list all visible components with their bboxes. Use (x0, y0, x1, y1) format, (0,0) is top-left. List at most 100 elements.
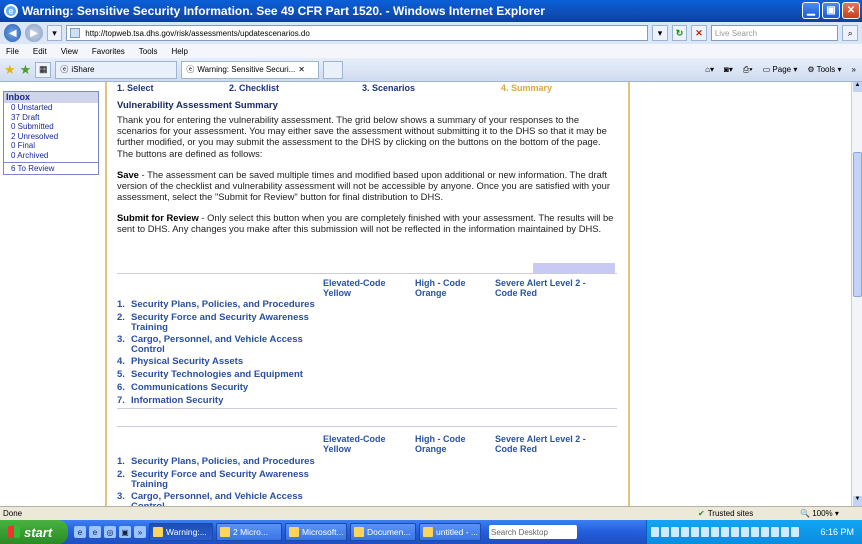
inbox-to-review[interactable]: 6 To Review (4, 162, 98, 173)
category-number: 2. (117, 312, 125, 323)
step-select[interactable]: 1. Select (117, 83, 154, 93)
close-tab-icon[interactable]: ✕ (298, 65, 305, 74)
page-menu[interactable]: ▭ Page ▾ (763, 65, 798, 74)
menu-help[interactable]: Help (171, 47, 187, 56)
favorites-star-icon[interactable]: ★ (4, 62, 16, 78)
quicklaunch-icon[interactable]: ◎ (104, 526, 116, 538)
security-zone[interactable]: ✔ Trusted sites (698, 509, 753, 518)
maximize-button[interactable]: ▣ (822, 2, 840, 19)
menu-file[interactable]: File (6, 47, 19, 56)
tab-ishare[interactable]: ⓔ iShare (55, 60, 178, 79)
feeds-icon[interactable]: ◙▾ (724, 65, 733, 74)
search-input[interactable]: Live Search (710, 25, 839, 41)
quick-tabs-icon[interactable]: ▦ (35, 61, 52, 78)
taskbar-button-excel[interactable]: Microsoft... (285, 523, 347, 541)
tray-icon[interactable] (781, 527, 789, 537)
category-row[interactable]: 6. Communications Security (117, 383, 316, 393)
inbox-submitted[interactable]: 0 Submitted (4, 122, 98, 132)
tray-icon[interactable] (691, 527, 699, 537)
tray-icon[interactable] (671, 527, 679, 537)
quicklaunch-icon[interactable]: e (74, 526, 86, 538)
taskbar-button-paint[interactable]: untitled - ... (419, 523, 481, 541)
tray-icon[interactable] (761, 527, 769, 537)
home-icon[interactable]: ⌂▾ (705, 65, 714, 74)
zoom-level[interactable]: 🔍 100% ▾ (800, 509, 839, 518)
save-text: - The assessment can be saved multiple t… (117, 169, 610, 203)
page-icon: ⓔ (186, 65, 195, 74)
history-dropdown-icon[interactable]: ▾ (46, 25, 63, 41)
inbox-draft[interactable]: 37 Draft (4, 113, 98, 123)
category-row[interactable]: 2. Security Force and Security Awareness … (117, 313, 316, 332)
inbox-title: Inbox (4, 92, 98, 103)
menu-favorites[interactable]: Favorites (92, 47, 125, 56)
url-dropdown-icon[interactable]: ▾ (652, 25, 668, 41)
taskbar-button-ie[interactable]: Warning:... (149, 523, 213, 541)
url-field[interactable]: http://topweb.tsa.dhs.gov/risk/assessmen… (66, 25, 649, 41)
step-nav: 1. Select 2. Checklist 3. Scenarios 4. S… (117, 83, 617, 93)
tray-icon[interactable] (651, 527, 659, 537)
scroll-up-icon[interactable]: ▲ (853, 82, 862, 92)
new-tab-button[interactable] (323, 60, 344, 79)
inbox-unresolved[interactable]: 2 Unresolved (4, 132, 98, 142)
inbox-final[interactable]: 0 Final (4, 141, 98, 151)
tray-icon[interactable] (711, 527, 719, 537)
stop-icon[interactable]: ✕ (691, 25, 707, 41)
tray-icon[interactable] (701, 527, 709, 537)
scroll-down-icon[interactable]: ▼ (853, 496, 862, 506)
tab-warning[interactable]: ⓔ Warning: Sensitive Securi... ✕ (181, 60, 320, 79)
forward-button[interactable]: ▶ (25, 24, 43, 42)
category-label: Cargo, Personnel, and Vehicle Access Con… (131, 334, 303, 355)
refresh-icon[interactable]: ↻ (671, 25, 688, 41)
tray-icon[interactable] (751, 527, 759, 537)
back-button[interactable]: ◀ (4, 24, 22, 42)
step-scenarios[interactable]: 3. Scenarios (362, 83, 415, 93)
category-row[interactable]: 1. Security Plans, Policies, and Procedur… (117, 457, 316, 467)
step-checklist[interactable]: 2. Checklist (229, 83, 279, 93)
start-button[interactable]: start (0, 520, 68, 544)
desktop-search-placeholder: Search Desktop (491, 527, 548, 537)
category-number: 1. (117, 299, 125, 310)
category-row[interactable]: 3. Cargo, Personnel, and Vehicle Access C… (117, 335, 316, 354)
menu-view[interactable]: View (61, 47, 78, 56)
taskbar-button-document[interactable]: Documen... (350, 523, 416, 541)
tools-menu[interactable]: ⚙ Tools ▾ (807, 65, 841, 74)
category-row[interactable]: 1. Security Plans, Policies, and Procedur… (117, 300, 316, 310)
tray-icon[interactable] (721, 527, 729, 537)
vertical-scrollbar[interactable]: ▲ ▼ (851, 82, 862, 506)
category-row[interactable]: 5. Security Technologies and Equipment (117, 370, 316, 380)
category-label: Communications Security (131, 382, 249, 393)
minimize-button[interactable]: ▁ (802, 2, 820, 19)
command-bar: ⌂▾ ◙▾ ⎙▾ ▭ Page ▾ ⚙ Tools ▾ » (705, 65, 856, 75)
quicklaunch-icon[interactable]: » (134, 526, 146, 538)
category-row[interactable]: 2. Security Force and Security Awareness … (117, 470, 316, 489)
desktop-search-input[interactable]: Search Desktop (489, 525, 577, 539)
menu-edit[interactable]: Edit (33, 47, 47, 56)
category-row[interactable]: 4. Physical Security Assets (117, 357, 316, 367)
tray-icon[interactable] (681, 527, 689, 537)
search-icon[interactable]: ⌕ (842, 25, 858, 41)
tray-icon[interactable] (791, 527, 799, 537)
tray-icon[interactable] (731, 527, 739, 537)
zone-label: Trusted sites (707, 509, 754, 518)
print-icon[interactable]: ⎙▾ (743, 65, 753, 75)
category-row[interactable]: 3. Cargo, Personnel, and Vehicle Access C… (117, 492, 316, 506)
quicklaunch-icon[interactable]: ▣ (119, 526, 131, 538)
menu-tools[interactable]: Tools (139, 47, 158, 56)
category-row[interactable]: 7. Information Security (117, 396, 316, 406)
tray-icon[interactable] (741, 527, 749, 537)
category-label: Security Force and Security Awareness Tr… (131, 312, 309, 333)
close-button[interactable]: ✕ (842, 2, 860, 19)
quicklaunch-icon[interactable]: e (89, 526, 101, 538)
quick-launch: e e ◎ ▣ » (74, 526, 146, 538)
zoom-label: 100% (812, 509, 833, 518)
col-elevated: Elevated-Code Yellow (323, 278, 386, 298)
scroll-thumb[interactable] (853, 152, 862, 297)
tray-icon[interactable] (771, 527, 779, 537)
inbox-archived[interactable]: 0 Archived (4, 151, 98, 161)
inbox-unstarted[interactable]: 0 Unstarted (4, 103, 98, 113)
tray-icon[interactable] (661, 527, 669, 537)
add-favorite-icon[interactable]: ★ (20, 62, 32, 78)
taskbar-button-word[interactable]: 2 Micro... (216, 523, 282, 541)
page-content: Inbox 0 Unstarted 37 Draft 0 Submitted 2… (0, 82, 851, 506)
more-icon[interactable]: » (852, 65, 856, 74)
